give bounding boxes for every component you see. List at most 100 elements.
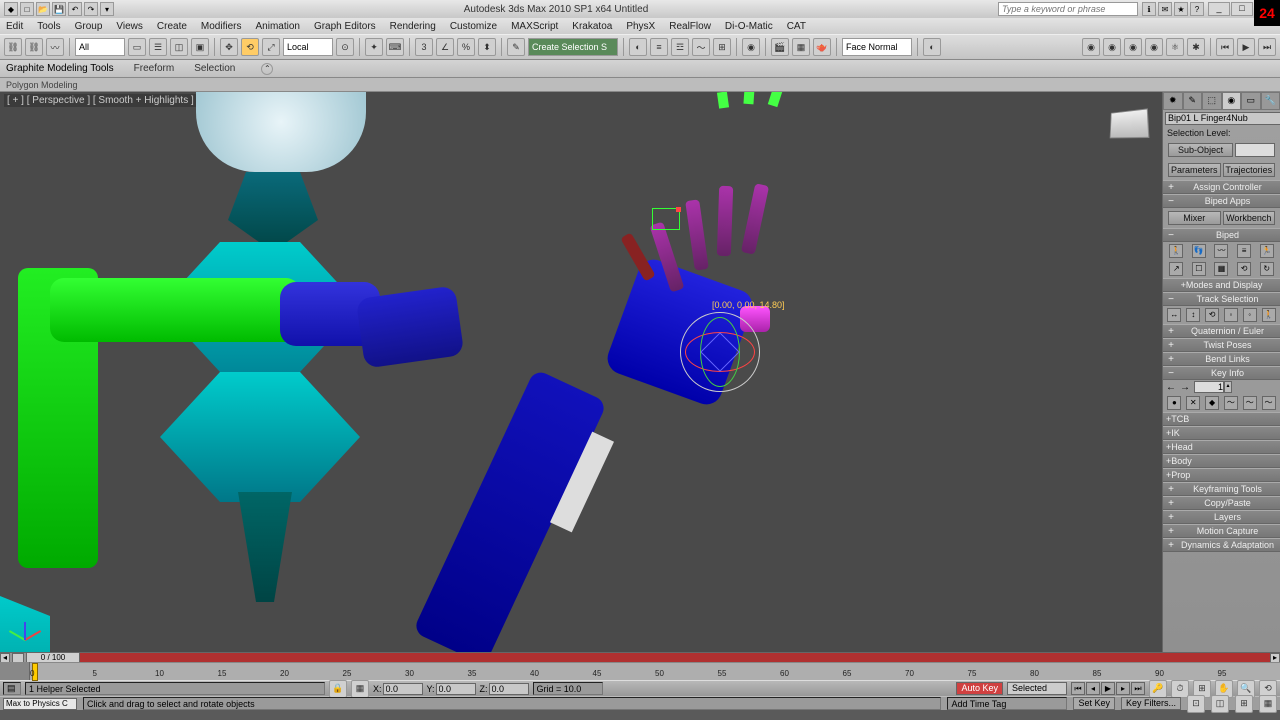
ref-coord-combo[interactable]: Local	[283, 38, 333, 56]
rollout-assign-controller[interactable]: Assign Controller	[1178, 182, 1277, 192]
key-mode-icon[interactable]: 🔑	[1149, 680, 1167, 698]
spinner-snap-icon[interactable]: ⬍	[478, 38, 496, 56]
schematic-view-icon[interactable]: ⊞	[713, 38, 731, 56]
menu-tools[interactable]: Tools	[37, 21, 60, 32]
menu-diomatic[interactable]: Di-O-Matic	[725, 21, 773, 32]
y-coord-field[interactable]	[436, 683, 476, 695]
track-icon[interactable]: 🚶	[1262, 308, 1276, 322]
object-name-field[interactable]	[1165, 112, 1280, 125]
rollout-body[interactable]: +Body	[1166, 456, 1277, 466]
named-selection-combo[interactable]: Create Selection S	[528, 38, 618, 56]
x-coord-field[interactable]	[383, 683, 423, 695]
mirror-icon[interactable]: ◐	[629, 38, 647, 56]
rollout-motion-capture[interactable]: Motion Capture	[1178, 526, 1277, 536]
help-search-input[interactable]	[998, 2, 1138, 16]
qat-more-icon[interactable]: ▾	[100, 2, 114, 16]
trajectories-button[interactable]: Trajectories	[1223, 163, 1276, 177]
sub-object-list[interactable]	[1235, 143, 1275, 157]
z-coord-field[interactable]	[489, 683, 529, 695]
align-icon[interactable]: ≡	[650, 38, 668, 56]
track-icon[interactable]: ◦	[1224, 308, 1238, 322]
viewport-perspective[interactable]: [ + ] [ Perspective ] [ Smooth + Highlig…	[0, 92, 1162, 652]
rotate-gizmo[interactable]	[680, 312, 760, 392]
minimize-button[interactable]: _	[1208, 2, 1230, 16]
infocenter-icon[interactable]: ℹ	[1142, 2, 1156, 16]
ribbon-minimize-icon[interactable]: ⌃	[261, 63, 273, 75]
reactor-icon[interactable]: ◉	[1145, 38, 1163, 56]
snap-toggle-icon[interactable]: 3	[415, 38, 433, 56]
rollout-tcb[interactable]: +TCB	[1166, 414, 1277, 424]
rollout-biped-apps[interactable]: Biped Apps	[1178, 196, 1277, 206]
menu-physx[interactable]: PhysX	[626, 21, 655, 32]
rollout-copypaste[interactable]: Copy/Paste	[1178, 498, 1277, 508]
menu-customize[interactable]: Customize	[450, 21, 497, 32]
rollout-modes-display[interactable]: +Modes and Display	[1166, 280, 1277, 290]
figure-mode-icon[interactable]: 🚶	[1169, 244, 1183, 258]
app-menu-icon[interactable]: ◆	[4, 2, 18, 16]
physx-icon[interactable]: ◐	[923, 38, 941, 56]
reactor-icon[interactable]: ⚛	[1166, 38, 1184, 56]
viewport-nav-icon[interactable]: ⊞	[1235, 695, 1253, 713]
menu-create[interactable]: Create	[157, 21, 187, 32]
menu-edit[interactable]: Edit	[6, 21, 23, 32]
track-icon[interactable]: ◦	[1243, 308, 1257, 322]
del-key-icon[interactable]: ✕	[1186, 396, 1200, 410]
select-region-icon[interactable]: ◫	[170, 38, 188, 56]
manipulate-icon[interactable]: ✦	[365, 38, 383, 56]
viewcube[interactable]	[1110, 108, 1150, 138]
rollout-ik[interactable]: +IK	[1166, 428, 1277, 438]
workbench-button[interactable]: Workbench	[1223, 211, 1276, 225]
ribbon-tab-graphite[interactable]: Graphite Modeling Tools	[6, 63, 114, 74]
maxscript-listener[interactable]	[3, 698, 77, 710]
rollout-track-selection[interactable]: Track Selection	[1178, 294, 1277, 304]
goto-start-icon[interactable]: ⏮	[1071, 682, 1085, 695]
percent-snap-icon[interactable]: %	[457, 38, 475, 56]
reactor-icon[interactable]: ◉	[1124, 38, 1142, 56]
spinner-icon[interactable]: ▴	[1224, 381, 1232, 393]
rollout-head[interactable]: +Head	[1166, 442, 1277, 452]
rollout-twist-poses[interactable]: Twist Poses	[1178, 340, 1277, 350]
select-by-name-icon[interactable]: ☰	[149, 38, 167, 56]
key-icon[interactable]: ◆	[1205, 396, 1219, 410]
scale-icon[interactable]: ⤢	[262, 38, 280, 56]
modify-tab-icon[interactable]: ✎	[1183, 92, 1203, 110]
sub-object-button[interactable]: Sub-Object	[1168, 143, 1233, 157]
menu-maxscript[interactable]: MAXScript	[511, 21, 558, 32]
selection-set-combo[interactable]: Selected	[1007, 682, 1067, 695]
trackbar-well[interactable]	[0, 662, 30, 680]
bind-space-warp-icon[interactable]: 〰	[46, 38, 64, 56]
menu-views[interactable]: Views	[116, 21, 143, 32]
isolate-icon[interactable]: ▦	[351, 680, 369, 698]
rollout-layers[interactable]: Layers	[1178, 512, 1277, 522]
link-icon[interactable]: ⛓	[4, 38, 22, 56]
material-editor-icon[interactable]: ◉	[742, 38, 760, 56]
rollout-keyframing-tools[interactable]: Keyframing Tools	[1178, 484, 1277, 494]
use-center-icon[interactable]: ⊙	[336, 38, 354, 56]
next-key-icon[interactable]: →	[1180, 382, 1190, 393]
key-filters-button[interactable]: Key Filters...	[1121, 697, 1181, 710]
menu-modifiers[interactable]: Modifiers	[201, 21, 242, 32]
select-object-icon[interactable]: ▭	[128, 38, 146, 56]
window-crossing-icon[interactable]: ▣	[191, 38, 209, 56]
save-icon[interactable]: 💾	[52, 2, 66, 16]
mixer-button[interactable]: Mixer	[1168, 211, 1221, 225]
normal-align-combo[interactable]: Face Normal	[842, 38, 912, 56]
prev-key-icon[interactable]: ←	[1166, 382, 1176, 393]
time-config-icon[interactable]: ⏱	[1171, 680, 1189, 698]
ribbon-tab-freeform[interactable]: Freeform	[134, 63, 175, 74]
rollout-quaternion-euler[interactable]: Quaternion / Euler	[1178, 326, 1277, 336]
goto-end-icon[interactable]: ⏭	[1131, 682, 1145, 695]
footstep-mode-icon[interactable]: 👣	[1192, 244, 1206, 258]
angle-snap-icon[interactable]: ∠	[436, 38, 454, 56]
motion-tab-icon[interactable]: ◉	[1222, 92, 1242, 110]
redo-icon[interactable]: ↷	[84, 2, 98, 16]
rollout-biped[interactable]: Biped	[1178, 230, 1277, 240]
curve-editor-icon[interactable]: 〜	[692, 38, 710, 56]
menu-group[interactable]: Group	[75, 21, 103, 32]
render-frame-icon[interactable]: ▦	[792, 38, 810, 56]
goto-end-icon[interactable]: ⏭	[1258, 38, 1276, 56]
maxscript-mini-icon[interactable]: ▤	[3, 682, 21, 695]
time-ruler[interactable]: 0510152025303540455055606570758085909510…	[0, 662, 1280, 680]
help-icon[interactable]: ?	[1190, 2, 1204, 16]
undo-icon[interactable]: ↶	[68, 2, 82, 16]
